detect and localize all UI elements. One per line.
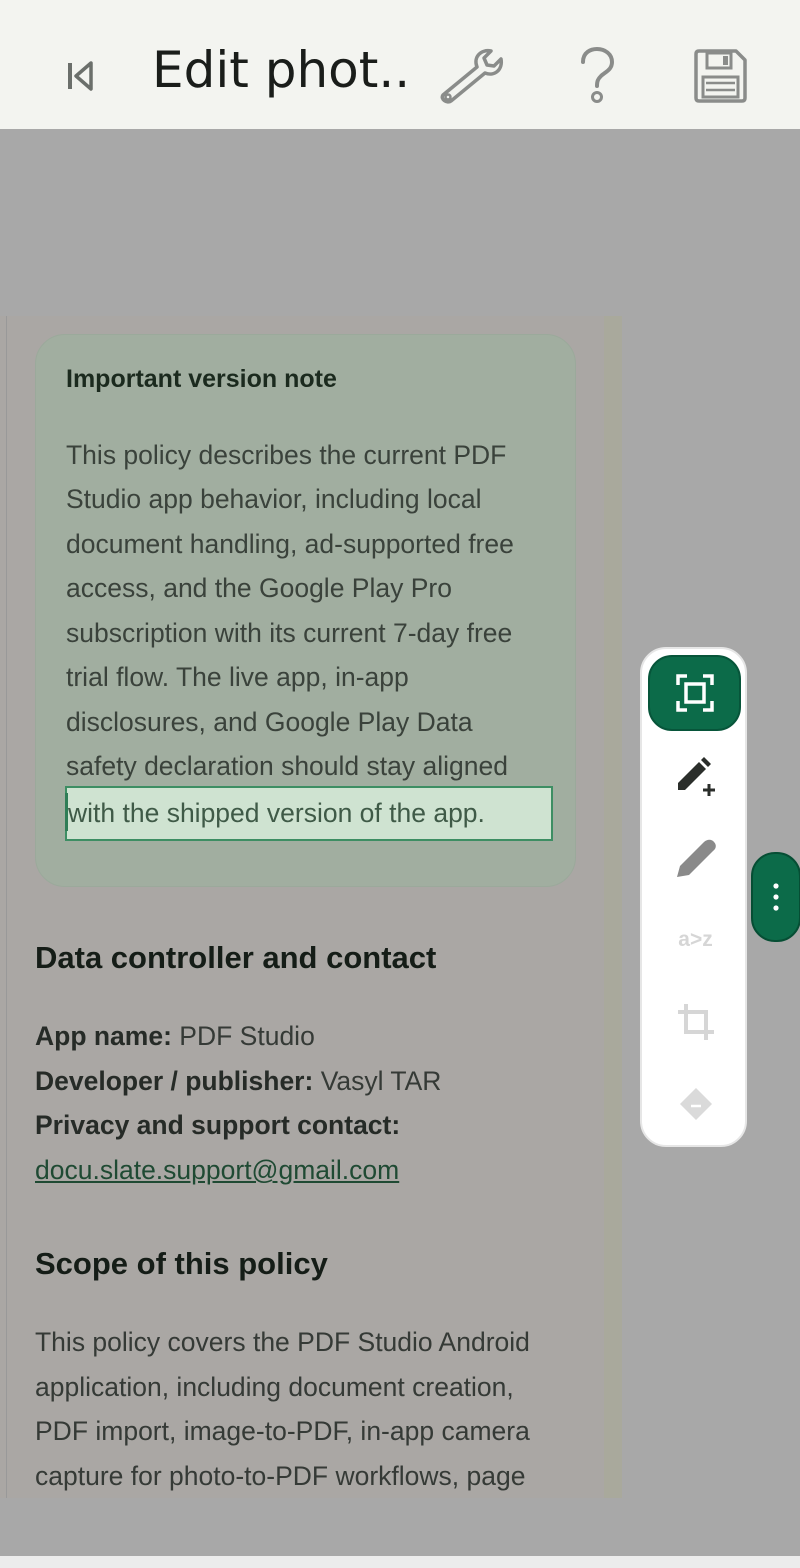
crop-icon: [677, 1004, 714, 1040]
bottom-navigation-strip: [0, 1556, 800, 1568]
email-row: docu.slate.support@gmail.com: [35, 1148, 595, 1192]
app-name-row: App name: PDF Studio: [35, 1014, 595, 1058]
help-button[interactable]: [566, 40, 628, 110]
contact-heading: Data controller and contact: [35, 940, 437, 975]
note-line[interactable]: access, and the Google Play Pro: [66, 566, 556, 610]
note-line[interactable]: trial flow. The live app, in-app: [66, 655, 556, 699]
pencil-icon: [676, 839, 716, 877]
top-app-bar: Edit phot...: [0, 0, 800, 129]
skip-back-icon: [68, 61, 93, 91]
note-line[interactable]: safety declaration should stay aligned: [66, 744, 556, 788]
scope-line[interactable]: PDF import, image-to-PDF, in-app camera: [35, 1409, 595, 1453]
support-email-link[interactable]: docu.slate.support@gmail.com: [35, 1155, 399, 1185]
eraser-icon: [679, 1088, 712, 1120]
crop-tool-button[interactable]: [654, 987, 737, 1057]
text-replace-tool-button[interactable]: a>z: [654, 905, 737, 975]
page-border: [6, 316, 7, 1498]
note-line[interactable]: Studio app behavior, including local: [66, 477, 556, 521]
scope-line[interactable]: application, including document creation…: [35, 1365, 595, 1409]
scope-line[interactable]: This policy covers the PDF Studio Androi…: [35, 1320, 595, 1364]
save-icon: [694, 49, 747, 103]
help-icon: [581, 46, 615, 103]
save-button[interactable]: [684, 40, 756, 112]
developer-row: Developer / publisher: Vasyl TAR: [35, 1059, 595, 1103]
more-options-button[interactable]: [751, 852, 800, 942]
select-area-icon: [675, 674, 714, 712]
selection-handle-left[interactable]: [65, 793, 68, 831]
selected-text-line[interactable]: with the shipped version of the app.: [65, 786, 553, 841]
app-name-value: PDF Studio: [171, 1021, 315, 1051]
privacy-contact-label: Privacy and support contact:: [35, 1110, 401, 1140]
tools-button[interactable]: [430, 40, 514, 110]
scope-heading: Scope of this policy: [35, 1246, 328, 1281]
developer-value: Vasyl TAR: [313, 1066, 442, 1096]
note-line[interactable]: subscription with its current 7-day free: [66, 611, 556, 655]
version-note-card: Important version note This policy descr…: [35, 334, 576, 887]
eraser-tool-button[interactable]: [654, 1069, 737, 1139]
wrench-icon: [440, 48, 504, 104]
page-edge: [604, 316, 622, 1498]
note-line[interactable]: document handling, ad-supported free: [66, 522, 556, 566]
scope-line[interactable]: capture for photo-to-PDF workflows, page: [35, 1454, 595, 1498]
select-area-tool-button[interactable]: [648, 655, 741, 731]
add-edit-tool-button[interactable]: [654, 741, 737, 811]
screen-title: Edit phot...: [152, 41, 412, 99]
tool-palette: a>z: [640, 647, 747, 1147]
add-edit-icon: [677, 757, 715, 796]
developer-label: Developer / publisher:: [35, 1066, 314, 1096]
note-title: Important version note: [66, 365, 337, 393]
skip-back-button[interactable]: [54, 50, 106, 102]
privacy-contact-row: Privacy and support contact:: [35, 1103, 595, 1147]
note-line[interactable]: disclosures, and Google Play Data: [66, 700, 556, 744]
more-vertical-icon: [773, 883, 779, 911]
pencil-tool-button[interactable]: [654, 823, 737, 893]
app-name-label: App name:: [35, 1021, 172, 1051]
text-replace-icon: a>z: [678, 928, 713, 951]
document-page[interactable]: Important version note This policy descr…: [0, 316, 606, 1498]
note-line[interactable]: This policy describes the current PDF: [66, 433, 556, 477]
